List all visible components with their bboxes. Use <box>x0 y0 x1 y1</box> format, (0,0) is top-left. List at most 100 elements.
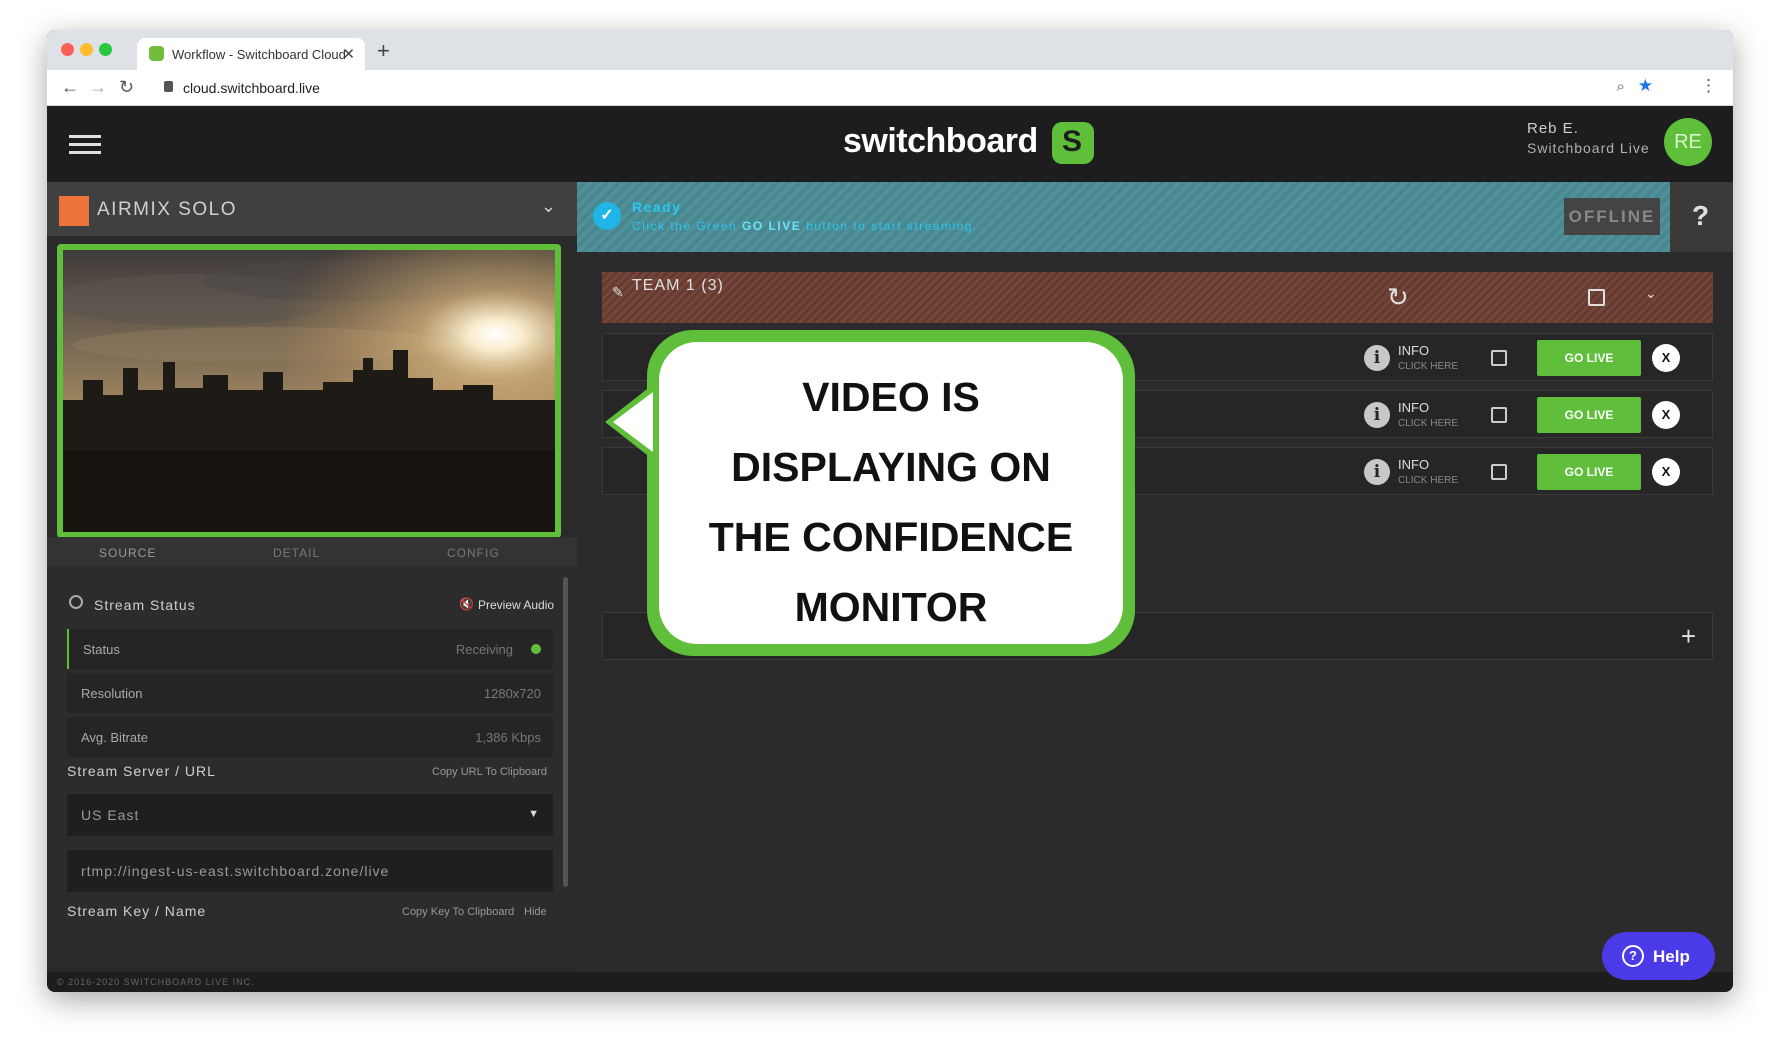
hide-key-link[interactable]: Hide <box>524 906 547 918</box>
info-label[interactable]: INFO <box>1398 400 1429 415</box>
team-name: TEAM 1 (3) <box>632 277 724 294</box>
go-live-button[interactable]: GO LIVE <box>1537 397 1641 433</box>
caret-down-icon: ▼ <box>528 808 539 820</box>
tab-close-icon[interactable]: ✕ <box>342 45 355 63</box>
click-here-label[interactable]: CLICK HERE <box>1398 475 1458 486</box>
bookmark-star-icon[interactable]: ★ <box>1638 76 1653 96</box>
ready-subtitle-pre: Click the Green <box>632 219 743 233</box>
sync-icon[interactable]: ↻ <box>1387 282 1409 313</box>
chevron-down-icon[interactable]: ⌄ <box>541 196 556 217</box>
help-button[interactable]: ? Help <box>1602 932 1715 980</box>
tab-source[interactable]: SOURCE <box>99 546 156 560</box>
pencil-edit-icon[interactable]: ✎ <box>612 284 624 301</box>
user-organization: Switchboard Live <box>1527 140 1650 156</box>
help-question-button[interactable]: ? <box>1670 182 1733 252</box>
copyright-text: © 2016-2020 SWITCHBOARD LIVE INC. <box>57 977 255 987</box>
checkmark-icon: ✓ <box>593 202 621 230</box>
minimize-window-button[interactable] <box>80 43 93 56</box>
region-select[interactable]: US East ▼ <box>67 794 553 836</box>
reload-icon[interactable]: ↻ <box>119 77 134 98</box>
callout-line: THE CONFIDENCE <box>708 514 1074 560</box>
source-color-swatch <box>59 196 89 226</box>
region-value: US East <box>81 807 140 823</box>
browser-window: Workflow - Switchboard Cloud ✕ + ← → ↻ c… <box>47 30 1733 992</box>
maximize-window-button[interactable] <box>99 43 112 56</box>
confidence-monitor-video <box>57 244 561 538</box>
info-label[interactable]: INFO <box>1398 343 1429 358</box>
question-mark-icon: ? <box>1692 200 1710 231</box>
stream-status-title: Stream Status <box>94 597 196 613</box>
avatar[interactable]: RE <box>1664 118 1712 166</box>
stream-url-field[interactable]: rtmp://ingest-us-east.switchboard.zone/l… <box>67 850 553 892</box>
click-here-label[interactable]: CLICK HERE <box>1398 418 1458 429</box>
info-icon[interactable]: i <box>1364 345 1390 371</box>
app-footer: © 2016-2020 SWITCHBOARD LIVE INC. <box>47 972 1733 992</box>
callout-line: DISPLAYING ON <box>731 444 1051 490</box>
forward-arrow-icon[interactable]: → <box>89 77 107 98</box>
resolution-value: 1280x720 <box>483 686 541 701</box>
panel-scrollbar[interactable] <box>563 577 568 887</box>
status-value: Receiving <box>455 642 513 657</box>
info-icon[interactable]: i <box>1364 402 1390 428</box>
ready-subtitle-strong: GO LIVE <box>742 219 802 233</box>
bitrate-value: 1,386 Kbps <box>475 730 541 745</box>
muted-speaker-icon[interactable]: 🔇 <box>459 597 474 611</box>
copy-key-link[interactable]: Copy Key To Clipboard <box>402 906 514 918</box>
ready-title: Ready <box>632 199 682 215</box>
destination-checkbox[interactable] <box>1491 464 1507 480</box>
info-icon[interactable]: i <box>1364 459 1390 485</box>
status-row: Status Receiving <box>67 629 553 669</box>
remove-destination-button[interactable]: X <box>1652 401 1680 429</box>
resolution-label: Resolution <box>81 686 143 701</box>
click-here-label[interactable]: CLICK HERE <box>1398 361 1458 372</box>
switchboard-favicon-icon <box>149 46 164 61</box>
destination-checkbox[interactable] <box>1491 350 1507 366</box>
ready-subtitle-post: button to start streaming. <box>801 219 978 233</box>
copy-url-link[interactable]: Copy URL To Clipboard <box>432 766 547 778</box>
source-panel: AIRMIX SOLO ⌄ SOURCE DETAIL CONFIG Strea… <box>47 182 577 972</box>
user-name: Reb E. <box>1527 120 1579 137</box>
ready-banner: ✓ Ready Click the Green GO LIVE button t… <box>577 182 1670 252</box>
lock-icon <box>164 81 173 92</box>
team-chevron-down-icon[interactable]: ⌄ <box>1645 285 1657 302</box>
question-circle-icon: ? <box>1622 945 1644 967</box>
destination-checkbox[interactable] <box>1491 407 1507 423</box>
stream-status-panel: Stream Status 🔇 Preview Audio Status Rec… <box>47 567 577 942</box>
new-tab-button[interactable]: + <box>377 38 390 64</box>
back-arrow-icon[interactable]: ← <box>61 77 79 98</box>
annotation-callout: VIDEO IS DISPLAYING ON THE CONFIDENCE MO… <box>659 342 1123 644</box>
browser-tab[interactable]: Workflow - Switchboard Cloud ✕ <box>137 38 365 70</box>
offline-status-badge: OFFLINE <box>1564 198 1660 235</box>
preview-audio-toggle[interactable]: Preview Audio <box>478 598 554 612</box>
callout-line: VIDEO IS <box>802 374 980 420</box>
team-select-checkbox[interactable] <box>1588 289 1605 306</box>
tab-detail[interactable]: DETAIL <box>273 546 320 560</box>
ready-subtitle: Click the Green GO LIVE button to start … <box>632 219 978 233</box>
go-live-button[interactable]: GO LIVE <box>1537 454 1641 490</box>
hamburger-menu-icon[interactable] <box>69 135 101 154</box>
url-input[interactable]: cloud.switchboard.live <box>183 80 320 96</box>
status-gauge-icon <box>69 595 83 609</box>
add-icon[interactable]: + <box>1681 621 1696 652</box>
bitrate-row: Avg. Bitrate 1,386 Kbps <box>67 717 553 757</box>
tab-title: Workflow - Switchboard Cloud <box>172 47 346 62</box>
callout-pointer-fill <box>613 392 653 452</box>
go-live-button[interactable]: GO LIVE <box>1537 340 1641 376</box>
team-header: ✎ TEAM 1 (3) ↻ ⌄ <box>602 272 1713 323</box>
tab-config[interactable]: CONFIG <box>447 546 500 560</box>
logo-mark-letter: S <box>1062 125 1083 158</box>
stream-key-title: Stream Key / Name <box>67 903 207 919</box>
source-selector[interactable]: AIRMIX SOLO ⌄ <box>47 182 577 236</box>
remove-destination-button[interactable]: X <box>1652 344 1680 372</box>
sunset-skyline-video-frame <box>63 250 555 532</box>
browser-tab-bar: Workflow - Switchboard Cloud ✕ + <box>47 30 1733 70</box>
zoom-icon[interactable]: ⌕ <box>1617 78 1625 95</box>
source-name: AIRMIX SOLO <box>97 199 238 220</box>
bitrate-label: Avg. Bitrate <box>81 730 148 745</box>
info-label[interactable]: INFO <box>1398 457 1429 472</box>
address-bar: ← → ↻ cloud.switchboard.live ⌕ ★ ⋮ <box>47 70 1733 106</box>
close-window-button[interactable] <box>61 43 74 56</box>
remove-destination-button[interactable]: X <box>1652 458 1680 486</box>
browser-menu-icon[interactable]: ⋮ <box>1700 76 1717 96</box>
switchboard-logo-text: switchboard <box>843 122 1038 160</box>
